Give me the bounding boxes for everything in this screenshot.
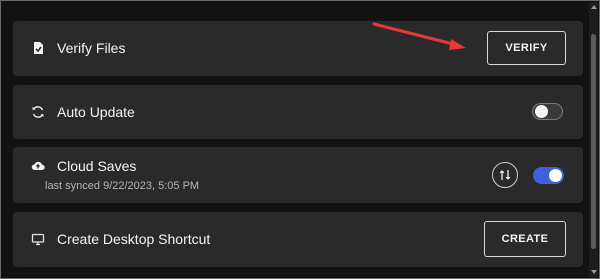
scrollbar-thumb[interactable] — [591, 34, 596, 249]
desktop-shortcut-label: Create Desktop Shortcut — [57, 231, 211, 247]
refresh-icon — [31, 105, 45, 119]
desktop-shortcut-row: Create Desktop Shortcut CREATE — [13, 212, 583, 267]
verify-files-row: Verify Files VERIFY — [13, 21, 583, 76]
last-synced-text: last synced 9/22/2023, 5:05 PM — [45, 180, 200, 192]
file-check-icon — [31, 41, 45, 55]
scroll-down-icon[interactable] — [591, 270, 597, 274]
cloud-upload-icon — [31, 159, 45, 173]
annotation-arrow — [372, 22, 466, 50]
cloud-saves-toggle[interactable] — [533, 167, 564, 184]
auto-update-toggle[interactable] — [532, 103, 563, 120]
toggle-knob — [535, 105, 548, 118]
scroll-up-icon[interactable] — [591, 5, 597, 9]
auto-update-label: Auto Update — [57, 104, 135, 120]
scrollbar[interactable] — [589, 2, 598, 277]
sync-icon — [499, 170, 511, 180]
create-shortcut-button[interactable]: CREATE — [484, 221, 566, 257]
cloud-saves-row: Cloud Saves last synced 9/22/2023, 5:05 … — [13, 147, 583, 203]
verify-files-label: Verify Files — [57, 40, 126, 56]
sync-button[interactable] — [492, 162, 518, 188]
verify-button[interactable]: VERIFY — [487, 31, 566, 65]
toggle-knob — [549, 169, 562, 182]
settings-panel: Verify Files VERIFY Auto Update Cloud Sa… — [0, 0, 600, 279]
monitor-icon — [31, 232, 45, 246]
auto-update-row: Auto Update — [13, 85, 583, 139]
cloud-saves-label: Cloud Saves — [57, 158, 137, 174]
